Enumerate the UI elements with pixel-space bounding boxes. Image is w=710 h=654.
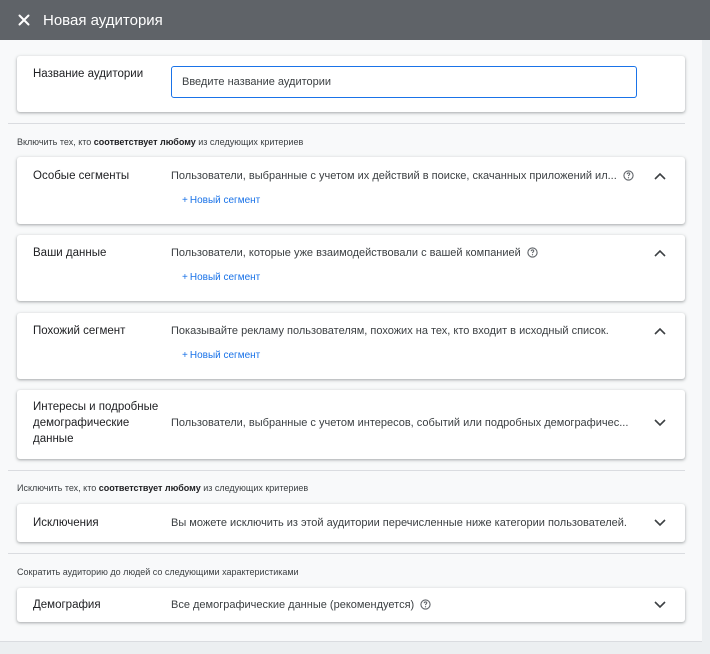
chevron-down-icon	[654, 519, 666, 527]
scroll-gutter	[702, 40, 710, 654]
your-data-description: Пользователи, которые уже взаимодействов…	[171, 245, 538, 261]
chevron-down-icon	[654, 601, 666, 609]
exclusions-label: Исключения	[33, 517, 99, 529]
exclude-section-heading: Исключить тех, кто соответствует любому …	[17, 483, 308, 493]
collapse-your-data-button[interactable]	[651, 244, 669, 262]
exclude-prefix: Исключить тех, кто	[17, 483, 97, 493]
demographics-label: Демография	[33, 599, 101, 611]
interests-label-line: Интересы и подробные	[33, 401, 159, 413]
collapse-custom-segments-button[interactable]	[651, 167, 669, 185]
include-suffix: из следующих критериев	[198, 137, 304, 147]
similar-segment-description: Показывайте рекламу пользователям, похож…	[171, 325, 609, 337]
your-data-new-segment-label: Новый сегмент	[189, 272, 261, 283]
top-bar: Новая аудитория	[0, 0, 710, 40]
include-emphasis: соответствует любому	[93, 137, 196, 147]
divider	[8, 470, 685, 471]
custom-segments-label: Особые сегменты	[33, 170, 130, 182]
interests-label-line: демографические	[33, 417, 130, 429]
demographics-description: Все демографические данные (рекомендуетс…	[171, 597, 431, 613]
expand-interests-button[interactable]	[651, 414, 669, 432]
custom-segments-description: Пользователи, выбранные с учетом их дейс…	[171, 168, 634, 184]
your-data-description-text: Пользователи, которые уже взаимодействов…	[171, 247, 521, 259]
chevron-up-icon	[654, 327, 666, 335]
custom-segments-card: Особые сегменты Пользователи, выбранные …	[17, 157, 685, 224]
audience-name-card: Название аудитории	[17, 56, 685, 112]
your-data-label: Ваши данные	[33, 247, 107, 259]
include-section-heading: Включить тех, кто соответствует любому и…	[17, 137, 303, 147]
narrow-section-heading: Сократить аудиторию до людей со следующи…	[17, 567, 299, 577]
your-data-card: Ваши данные Пользователи, которые уже вз…	[17, 235, 685, 301]
interests-label-line: данные	[33, 433, 74, 445]
close-button[interactable]	[14, 10, 34, 30]
plus-icon: +	[182, 350, 188, 361]
custom-segments-new-segment-label: Новый сегмент	[189, 195, 261, 206]
help-icon[interactable]	[527, 247, 538, 258]
similar-segment-label: Похожий сегмент	[33, 325, 126, 337]
interests-label: Интересы и подробные демографические дан…	[33, 399, 158, 447]
bottom-bar	[0, 641, 702, 654]
similar-segment-card: Похожий сегмент Показывайте рекламу поль…	[17, 313, 685, 379]
similar-segment-new-segment-label: Новый сегмент	[189, 350, 261, 361]
audience-name-label: Название аудитории	[33, 68, 144, 80]
exclude-emphasis: соответствует любому	[98, 483, 201, 493]
custom-segments-description-text: Пользователи, выбранные с учетом их дейс…	[171, 170, 617, 182]
close-icon	[18, 14, 30, 26]
help-icon[interactable]	[623, 170, 634, 181]
divider	[8, 123, 685, 124]
include-prefix: Включить тех, кто	[17, 137, 92, 147]
demographics-card[interactable]: Демография Все демографические данные (р…	[17, 588, 685, 622]
your-data-new-segment-link[interactable]: + Новый сегмент	[182, 272, 260, 283]
exclusions-description: Вы можете исключить из этой аудитории пе…	[171, 517, 627, 529]
demographics-description-text: Все демографические данные (рекомендуетс…	[171, 599, 415, 611]
interests-card[interactable]: Интересы и подробные демографические дан…	[17, 390, 685, 459]
expand-demographics-button[interactable]	[651, 596, 669, 614]
interests-description: Пользователи, выбранные с учетом интерес…	[171, 417, 629, 429]
exclude-suffix: из следующих критериев	[203, 483, 309, 493]
chevron-down-icon	[654, 419, 666, 427]
expand-exclusions-button[interactable]	[651, 514, 669, 532]
plus-icon: +	[182, 195, 188, 206]
chevron-up-icon	[654, 249, 666, 257]
custom-segments-new-segment-link[interactable]: + Новый сегмент	[182, 195, 260, 206]
audience-name-input[interactable]	[171, 66, 637, 98]
collapse-similar-segment-button[interactable]	[651, 322, 669, 340]
similar-segment-new-segment-link[interactable]: + Новый сегмент	[182, 350, 260, 361]
plus-icon: +	[182, 272, 188, 283]
page-title: Новая аудитория	[43, 11, 163, 29]
chevron-up-icon	[654, 172, 666, 180]
exclusions-card[interactable]: Исключения Вы можете исключить из этой а…	[17, 504, 685, 542]
divider	[8, 553, 685, 554]
help-icon[interactable]	[420, 599, 431, 610]
